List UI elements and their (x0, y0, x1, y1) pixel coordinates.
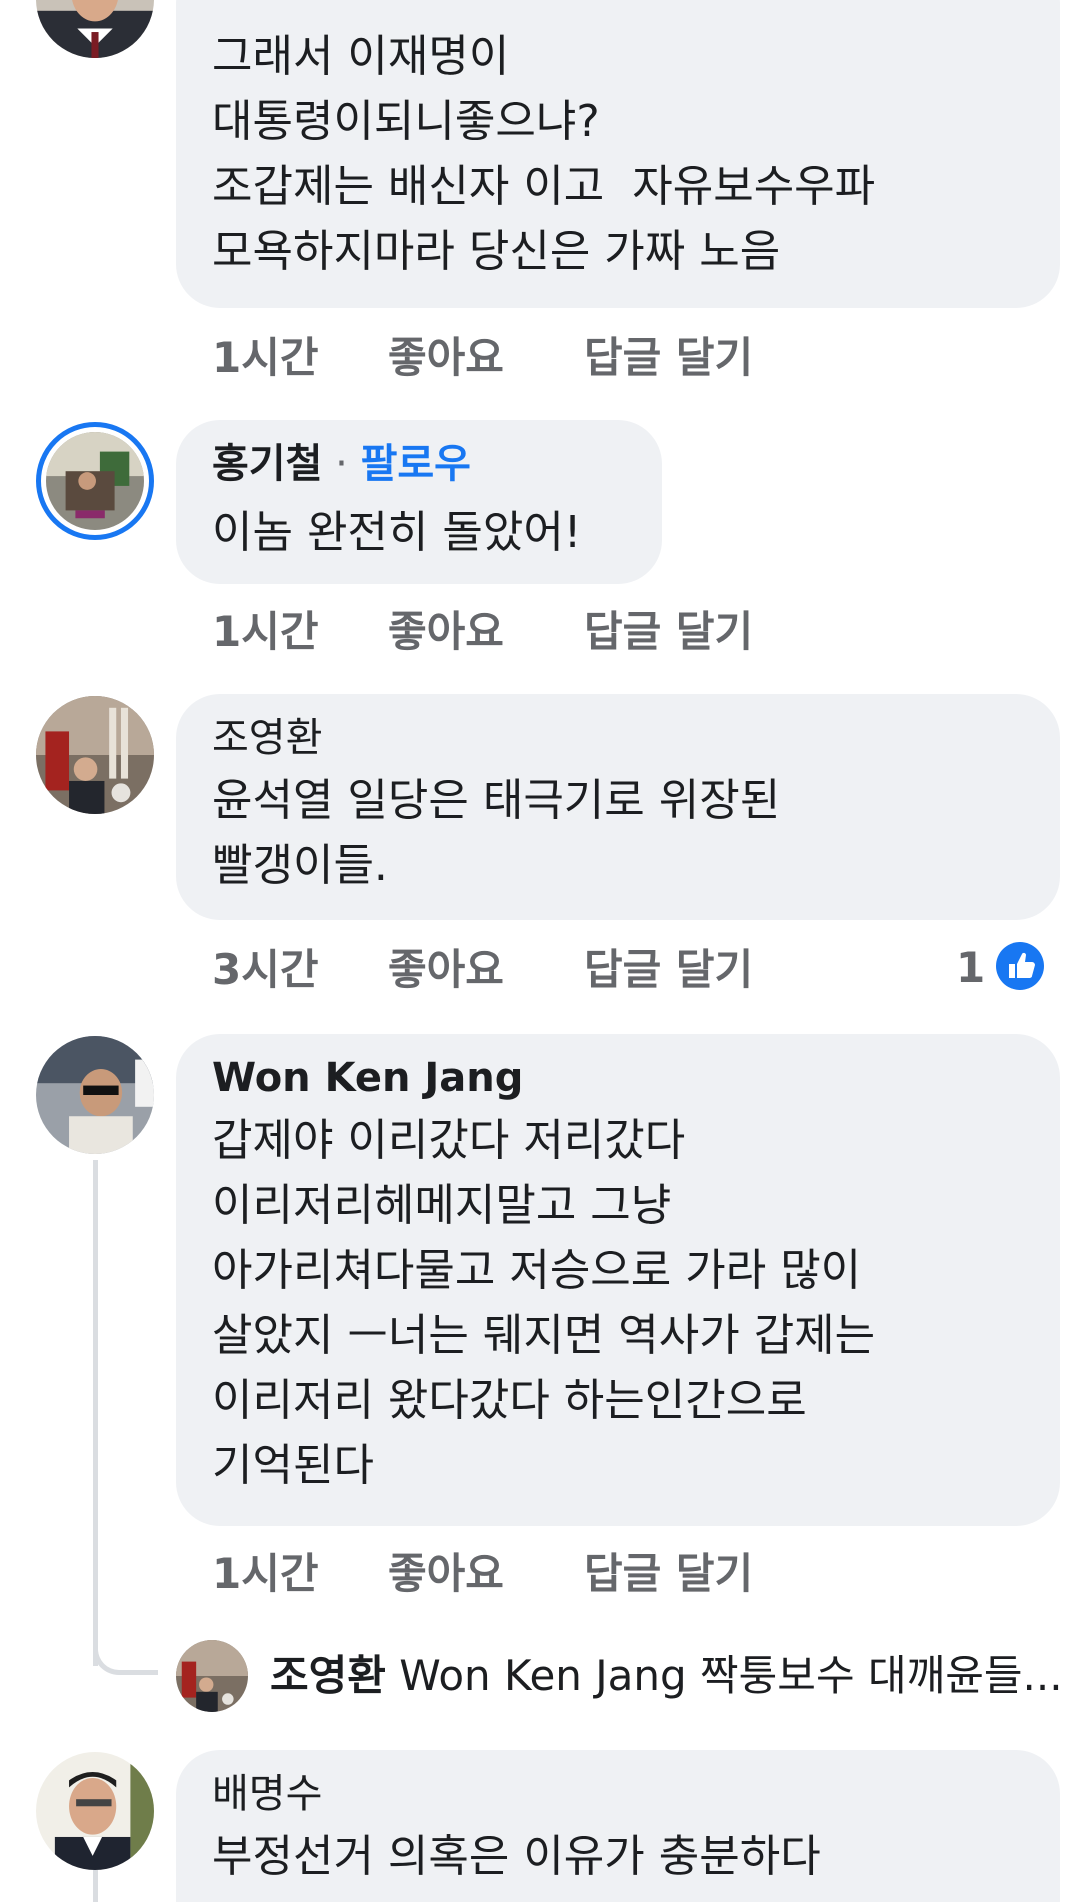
avatar[interactable] (36, 0, 154, 58)
like-button[interactable]: 좋아요 (388, 330, 504, 386)
comment-time[interactable]: 3시간 (212, 942, 319, 998)
comment-bubble: 그래서 이재명이 대통령이되니좋으냐? 조갑제는 배신자 이고 자유보수우파 모… (176, 0, 1060, 308)
reply-button[interactable]: 답글 달기 (584, 330, 753, 386)
separator-dot: · (335, 441, 348, 487)
thumbs-up-icon (996, 942, 1044, 990)
comment-text: 부정선거 의혹은 이유가 충분하다 (212, 1831, 821, 1882)
reply-button[interactable]: 답글 달기 (584, 1546, 753, 1602)
thread-line-curve (93, 1640, 158, 1675)
like-button[interactable]: 좋아요 (388, 942, 504, 998)
follow-link[interactable]: 팔로우 (361, 441, 471, 487)
comment-bubble: Won Ken Jang 갑제야 이리갔다 저리갔다 이리저리헤메지말고 그냥 … (176, 1034, 1060, 1526)
reply-text: Won Ken Jang 짝퉁보수 대깨윤들... (399, 1651, 1063, 1700)
comment-bubble: 홍기철 · 팔로우 이놈 완전히 돌았어! (176, 420, 662, 584)
comment-bubble: 조영환 윤석열 일당은 태극기로 위장된 빨갱이들. (176, 694, 1060, 920)
comment-author-row: 홍기철 · 팔로우 (212, 440, 471, 488)
reply-author[interactable]: 조영환 (270, 1651, 386, 1700)
comment-text: 갑제야 이리갔다 저리갔다 이리저리헤메지말고 그냥 아가리쳐다물고 저승으로 … (212, 1115, 876, 1491)
comment-author[interactable]: 홍기철 (212, 441, 322, 487)
like-button[interactable]: 좋아요 (388, 604, 504, 660)
avatar[interactable] (36, 696, 154, 814)
comment-time[interactable]: 1시간 (212, 1546, 319, 1602)
reply-preview[interactable]: 조영환 Won Ken Jang 짝퉁보수 대깨윤들... (270, 1648, 1063, 1704)
reply-avatar[interactable] (176, 1640, 248, 1712)
thread-line (93, 1870, 98, 1902)
comment-bubble: 배명수 부정선거 의혹은 이유가 충분하다 (176, 1750, 1060, 1902)
reaction-count[interactable]: 1 (956, 940, 985, 996)
comment-thread: 그래서 이재명이 대통령이되니좋으냐? 조갑제는 배신자 이고 자유보수우파 모… (0, 0, 1080, 1902)
avatar[interactable] (36, 1752, 154, 1870)
reply-button[interactable]: 답글 달기 (584, 604, 753, 660)
comment-time[interactable]: 1시간 (212, 604, 319, 660)
like-button[interactable]: 좋아요 (388, 1546, 504, 1602)
comment-text: 이놈 완전히 돌았어! (212, 507, 582, 558)
reply-button[interactable]: 답글 달기 (584, 942, 753, 998)
comment-author[interactable]: 조영환 (212, 714, 322, 762)
thread-line (93, 1160, 98, 1666)
comment-time[interactable]: 1시간 (212, 330, 319, 386)
comment-text: 그래서 이재명이 대통령이되니좋으냐? 조갑제는 배신자 이고 자유보수우파 모… (212, 31, 876, 277)
avatar[interactable] (36, 1036, 154, 1154)
avatar[interactable] (36, 422, 154, 540)
comment-author[interactable]: 배명수 (212, 1770, 322, 1818)
comment-author[interactable]: Won Ken Jang (212, 1054, 523, 1102)
comment-text: 윤석열 일당은 태극기로 위장된 빨갱이들. (212, 775, 781, 891)
